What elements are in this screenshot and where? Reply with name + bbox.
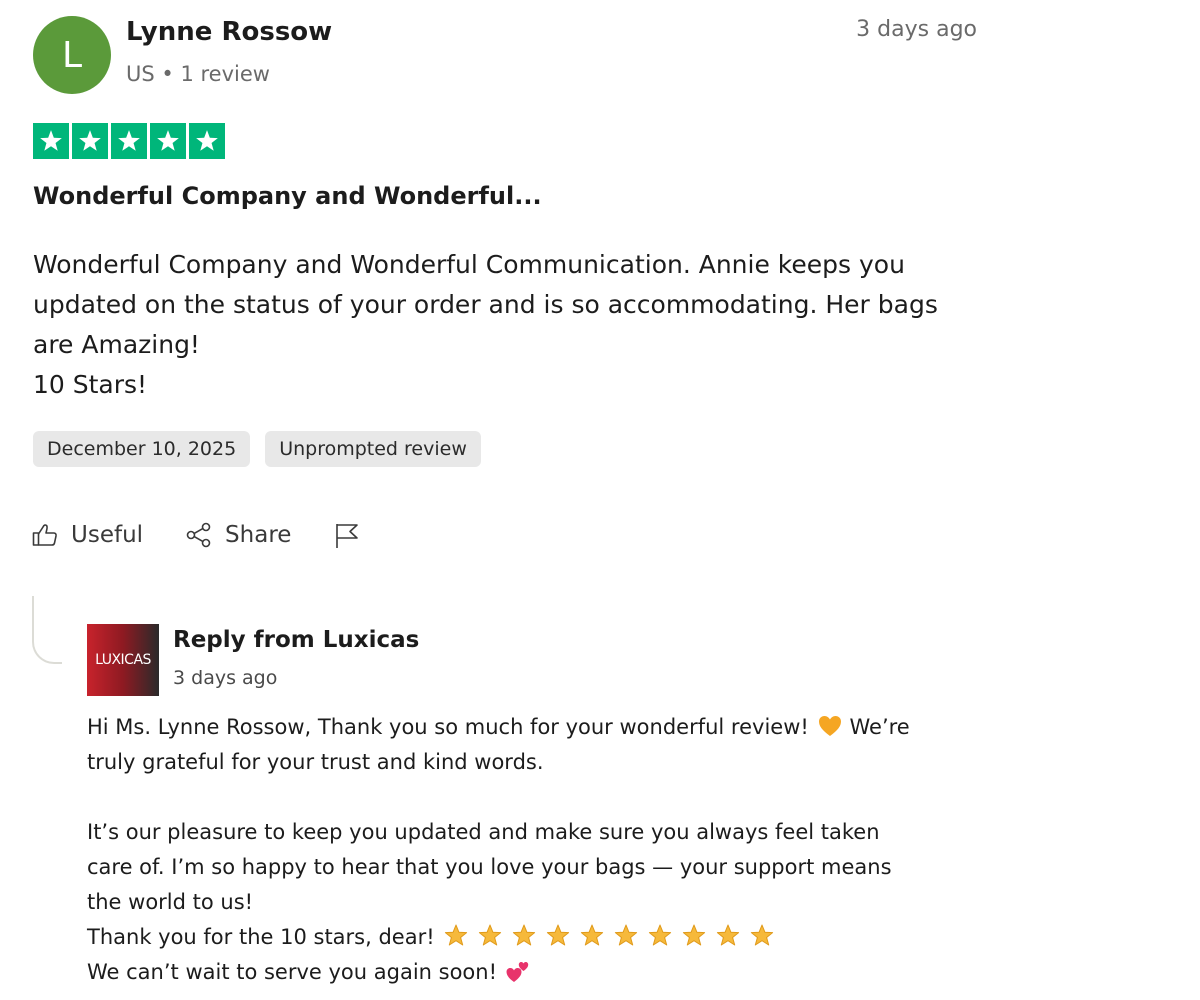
thumbs-up-icon bbox=[32, 524, 57, 546]
star-emoji-icon bbox=[478, 924, 501, 946]
review-card: L Lynne Rossow US • 1 review 3 days ago … bbox=[0, 0, 1200, 1000]
reply-title: Reply from Luxicas bbox=[173, 627, 420, 653]
star-emoji-icon bbox=[444, 924, 467, 946]
two-hearts-emoji-icon bbox=[506, 962, 529, 982]
rating-star-icon bbox=[150, 123, 186, 159]
share-label: Share bbox=[225, 522, 292, 548]
review-body-line: 10 Stars! bbox=[33, 370, 148, 399]
star-emoji-icon bbox=[648, 924, 671, 946]
star-emoji-icon bbox=[716, 924, 739, 946]
avatar-initial: L bbox=[61, 34, 83, 76]
useful-button[interactable]: Useful bbox=[31, 521, 143, 549]
star-emoji-icon bbox=[512, 924, 535, 946]
review-actions: Useful Share bbox=[31, 521, 403, 549]
useful-label: Useful bbox=[71, 522, 144, 548]
rating-star-icon bbox=[189, 123, 225, 159]
share-icon bbox=[186, 522, 211, 548]
reply-text: Hi Ms. Lynne Rossow, Thank you so much f… bbox=[87, 715, 809, 739]
reply-line: Hi Ms. Lynne Rossow, Thank you so much f… bbox=[87, 710, 1007, 745]
review-body-line: are Amazing! bbox=[33, 330, 200, 359]
reply-line: Thank you for the 10 stars, dear! bbox=[87, 920, 1007, 955]
reply-line: care of. I’m so happy to hear that you l… bbox=[87, 855, 892, 879]
star-emoji-icon bbox=[682, 924, 705, 946]
star-emoji-icon bbox=[580, 924, 603, 946]
star-emoji-icon bbox=[614, 924, 637, 946]
star-rating bbox=[33, 123, 225, 159]
unprompted-review-badge[interactable]: Unprompted review bbox=[265, 431, 481, 467]
rating-star-icon bbox=[111, 123, 147, 159]
review-title[interactable]: Wonderful Company and Wonderful... bbox=[33, 182, 542, 210]
reply-line: We can’t wait to serve you again soon! bbox=[87, 955, 1007, 990]
experience-date-badge: December 10, 2025 bbox=[33, 431, 251, 467]
reply-date: 3 days ago bbox=[173, 667, 278, 689]
reply-line: the world to us! bbox=[87, 890, 254, 914]
rating-star-icon bbox=[33, 123, 69, 159]
star-emoji-icon bbox=[546, 924, 569, 946]
reply-text: We’re bbox=[849, 715, 910, 739]
reply-body: Hi Ms. Lynne Rossow, Thank you so much f… bbox=[87, 710, 1007, 990]
share-button[interactable]: Share bbox=[185, 521, 291, 549]
reply-text: Thank you for the 10 stars, dear! bbox=[87, 925, 435, 949]
company-logo: LUXICAS bbox=[87, 624, 159, 696]
rating-star-icon bbox=[72, 123, 108, 159]
reply-line: truly grateful for your trust and kind w… bbox=[87, 750, 544, 774]
orange-heart-emoji-icon bbox=[818, 716, 841, 736]
review-body-line: Wonderful Company and Wonderful Communic… bbox=[33, 250, 905, 279]
review-tags: December 10, 2025 Unprompted review bbox=[33, 431, 481, 467]
reviewer-meta: US • 1 review bbox=[126, 62, 270, 86]
report-button[interactable] bbox=[333, 521, 361, 549]
reply-line: It’s our pleasure to keep you updated an… bbox=[87, 820, 880, 844]
reviewer-name[interactable]: Lynne Rossow bbox=[126, 17, 332, 47]
flag-icon bbox=[336, 524, 359, 548]
review-body: Wonderful Company and Wonderful Communic… bbox=[33, 245, 993, 405]
avatar[interactable]: L bbox=[33, 16, 111, 94]
company-logo-text: LUXICAS bbox=[95, 652, 151, 668]
review-date: 3 days ago bbox=[856, 17, 977, 42]
reply-connector bbox=[32, 596, 62, 664]
review-body-line: updated on the status of your order and … bbox=[33, 290, 938, 319]
reply-text: We can’t wait to serve you again soon! bbox=[87, 960, 498, 984]
star-emoji-icon bbox=[750, 924, 773, 946]
